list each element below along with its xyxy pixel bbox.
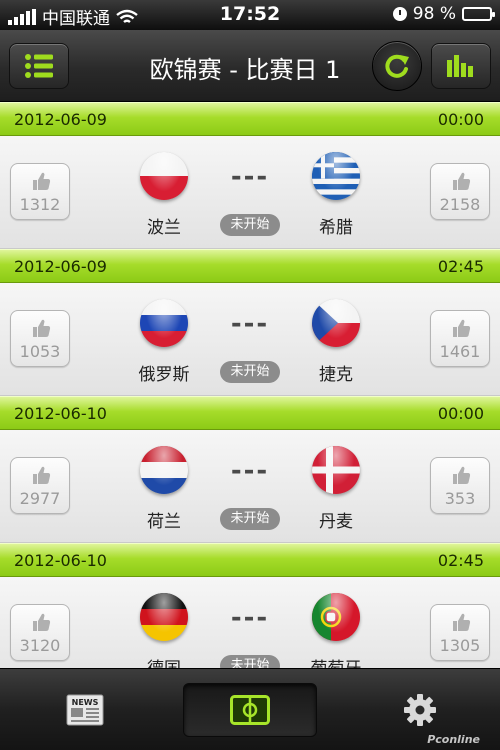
match-time: 00:00 (437, 404, 484, 423)
czech-flag-icon (312, 299, 360, 347)
home-vote-count: 1053 (19, 342, 61, 361)
match-row[interactable]: 1312 --- 波兰 未开始 希腊 2158 (0, 136, 500, 249)
vote-away-button[interactable]: 1305 (430, 604, 490, 661)
refresh-button[interactable] (372, 41, 422, 91)
vote-away-button[interactable]: 2158 (430, 163, 490, 220)
away-team-name: 丹麦 (319, 512, 353, 532)
home-vote-count: 2977 (19, 489, 61, 508)
match-row[interactable]: 1053 --- 俄罗斯 未开始 捷克 1461 (0, 283, 500, 396)
denmark-flag-icon (312, 446, 360, 494)
refresh-icon (385, 54, 409, 78)
germany-flag-icon (140, 593, 188, 641)
date-header: 2012-06-10 00:00 (0, 396, 500, 430)
away-vote-count: 2158 (439, 195, 481, 214)
vote-home-button[interactable]: 2977 (10, 457, 70, 514)
watermark-text: Pconline (427, 733, 480, 746)
away-team-name: 捷克 (319, 365, 353, 385)
thumbs-up-icon (451, 465, 471, 489)
match-status-badge: 未开始 (220, 508, 280, 530)
thumbs-up-icon (31, 465, 51, 489)
vote-home-button[interactable]: 1053 (10, 310, 70, 367)
tab-settings[interactable] (385, 683, 455, 737)
thumbs-up-icon (451, 612, 471, 636)
alarm-clock-icon (392, 7, 407, 21)
date-header: 2012-06-09 00:00 (0, 102, 500, 136)
match-row[interactable]: 2977 --- 荷兰 未开始 丹麦 353 (0, 430, 500, 543)
match-date: 2012-06-09 (14, 257, 107, 276)
date-header: 2012-06-09 02:45 (0, 249, 500, 283)
pitch-icon (230, 695, 270, 725)
match-score: --- (230, 603, 270, 633)
match-status-badge: 未开始 (220, 214, 280, 236)
portugal-flag-icon (312, 593, 360, 641)
poland-flag-icon (140, 152, 188, 200)
gear-icon (404, 694, 436, 726)
stats-button[interactable] (431, 43, 491, 89)
home-vote-count: 1312 (19, 195, 61, 214)
match-date: 2012-06-10 (14, 404, 107, 423)
away-vote-count: 1461 (439, 342, 481, 361)
date-header: 2012-06-10 02:45 (0, 543, 500, 577)
home-team-name: 波兰 (147, 218, 181, 238)
thumbs-up-icon (31, 612, 51, 636)
nav-bar: 欧锦赛 - 比赛日 1 (0, 30, 500, 102)
match-date: 2012-06-10 (14, 551, 107, 570)
thumbs-up-icon (31, 318, 51, 342)
away-vote-count: 353 (444, 489, 476, 508)
vote-away-button[interactable]: 1461 (430, 310, 490, 367)
away-vote-count: 1305 (439, 636, 481, 655)
netherlands-flag-icon (140, 446, 188, 494)
thumbs-up-icon (31, 171, 51, 195)
tab-news[interactable]: NEWS (50, 683, 120, 737)
battery-icon (462, 7, 495, 21)
match-time: 02:45 (437, 257, 484, 276)
status-right: 98 % (392, 4, 495, 24)
match-score: --- (230, 456, 270, 486)
thumbs-up-icon (451, 171, 471, 195)
thumbs-up-icon (451, 318, 471, 342)
vote-home-button[interactable]: 3120 (10, 604, 70, 661)
home-team-name: 荷兰 (147, 512, 181, 532)
list-menu-icon (25, 54, 53, 78)
match-status-badge: 未开始 (220, 361, 280, 383)
bar-chart-icon (447, 55, 473, 77)
match-list[interactable]: 2012-06-09 00:00 1312 --- 波兰 未开始 希腊 2158 2012-06… (0, 102, 500, 690)
home-team-name: 俄罗斯 (138, 365, 190, 385)
tab-bar: NEWS Pconline (0, 668, 500, 750)
vote-home-button[interactable]: 1312 (10, 163, 70, 220)
greece-flag-icon (312, 152, 360, 200)
match-time: 00:00 (437, 110, 484, 129)
svg-text:NEWS: NEWS (72, 698, 99, 707)
status-bar: 中国联通 17:52 98 % (0, 0, 500, 30)
match-score: --- (230, 162, 270, 192)
away-team-name: 希腊 (319, 218, 353, 238)
page-title: 欧锦赛 - 比赛日 1 (149, 56, 341, 84)
match-time: 02:45 (437, 551, 484, 570)
menu-button[interactable] (9, 43, 69, 89)
newspaper-icon: NEWS (66, 694, 104, 726)
home-vote-count: 3120 (19, 636, 61, 655)
tab-live-matches[interactable] (183, 683, 317, 737)
battery-percent: 98 % (412, 4, 456, 24)
match-date: 2012-06-09 (14, 110, 107, 129)
vote-away-button[interactable]: 353 (430, 457, 490, 514)
russia-flag-icon (140, 299, 188, 347)
match-score: --- (230, 309, 270, 339)
